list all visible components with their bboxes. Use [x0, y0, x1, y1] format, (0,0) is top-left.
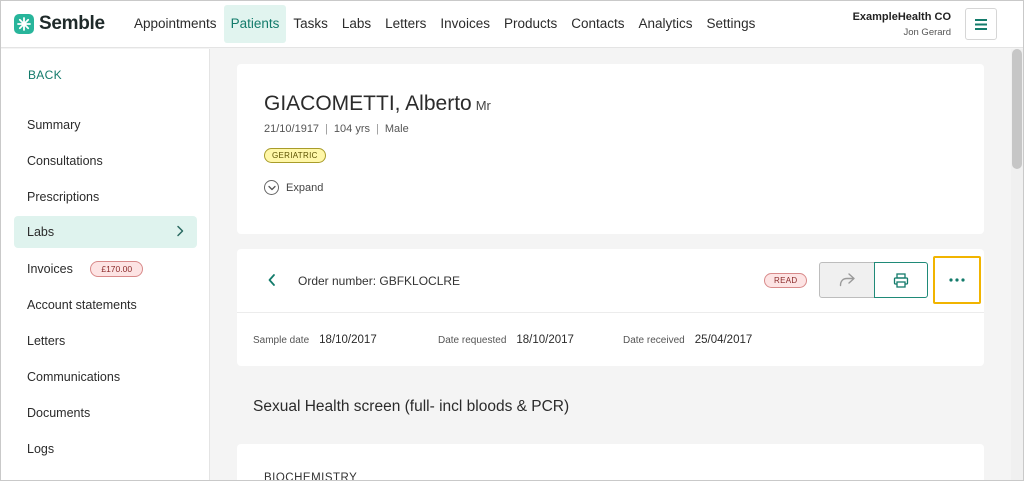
nav-tasks[interactable]: Tasks	[286, 5, 335, 43]
order-number: Order number: GBFKLOCLRE	[298, 274, 461, 288]
sidebar-item-label: Communications	[27, 370, 121, 384]
account-user: Jon Gerard	[903, 27, 951, 38]
patient-sidebar: BACK Summary Consultations Prescriptions…	[1, 49, 210, 480]
date-requested-group: Date requested 18/10/2017	[438, 334, 623, 346]
test-title: Sexual Health screen (full- incl bloods …	[253, 398, 570, 415]
sidebar-item-account-statements[interactable]: Account statements	[14, 289, 197, 321]
patient-name: GIACOMETTI, Alberto Mr	[264, 92, 491, 116]
sidebar-item-label: Letters	[27, 334, 66, 348]
nav-letters[interactable]: Letters	[378, 5, 433, 43]
divider	[237, 312, 984, 313]
semble-logo-icon	[14, 14, 34, 34]
date-requested-label: Date requested	[438, 335, 507, 346]
patient-title: Mr	[475, 98, 491, 113]
patient-meta: 21/10/1917 | 104 yrs | Male	[264, 123, 409, 135]
nav-settings[interactable]: Settings	[700, 5, 763, 43]
chevron-down-icon	[264, 180, 279, 195]
date-received-group: Date received 25/04/2017	[623, 334, 752, 346]
sample-date-value: 18/10/2017	[319, 334, 377, 346]
patient-full-name: GIACOMETTI, Alberto	[264, 92, 472, 115]
more-options-button[interactable]	[933, 256, 981, 304]
results-section-heading: BIOCHEMISTRY	[264, 472, 358, 481]
sample-date-label: Sample date	[253, 335, 310, 346]
account-info[interactable]: ExampleHealth CO Jon Gerard	[853, 11, 951, 38]
hamburger-icon	[975, 18, 987, 30]
app-window: Semble Appointments Patients Tasks Labs …	[0, 0, 1024, 481]
expand-label: Expand	[286, 181, 324, 194]
patient-sex: Male	[384, 123, 409, 135]
chevron-right-icon	[177, 225, 184, 237]
separator: |	[325, 123, 328, 135]
sidebar-item-letters[interactable]: Letters	[14, 325, 197, 357]
order-status-badge: READ	[764, 273, 808, 288]
patient-tag: GERIATRIC	[264, 148, 326, 163]
results-card: BIOCHEMISTRY	[237, 444, 984, 481]
nav-contacts[interactable]: Contacts	[564, 5, 631, 43]
sidebar-item-consultations[interactable]: Consultations	[14, 145, 197, 177]
share-icon	[839, 273, 855, 287]
separator: |	[376, 123, 379, 135]
sidebar-item-label: Prescriptions	[27, 190, 100, 204]
back-link[interactable]: BACK	[28, 68, 62, 82]
top-bar: Semble Appointments Patients Tasks Labs …	[1, 1, 1023, 48]
nav-analytics[interactable]: Analytics	[632, 5, 700, 43]
more-horizontal-icon	[949, 278, 965, 282]
date-received-value: 25/04/2017	[694, 334, 753, 346]
printer-icon	[893, 272, 909, 288]
order-dates: Sample date 18/10/2017 Date requested 18…	[253, 334, 752, 346]
patient-dob: 21/10/1917	[264, 123, 320, 135]
share-button[interactable]	[819, 262, 875, 298]
sidebar-item-prescriptions[interactable]: Prescriptions	[14, 181, 197, 213]
sidebar-item-communications[interactable]: Communications	[14, 361, 197, 393]
nav-invoices[interactable]: Invoices	[433, 5, 497, 43]
brand-name: Semble	[39, 13, 105, 34]
sidebar-item-label: Logs	[27, 442, 55, 456]
account-organisation: ExampleHealth CO	[852, 11, 951, 23]
nav-patients[interactable]: Patients	[223, 5, 287, 43]
nav-labs[interactable]: Labs	[335, 5, 378, 43]
sidebar-item-summary[interactable]: Summary	[14, 109, 197, 141]
sidebar-item-invoices[interactable]: Invoices £170.00	[14, 253, 197, 285]
main-nav: Appointments Patients Tasks Labs Letters…	[127, 5, 762, 43]
sidebar-item-label: Summary	[27, 118, 81, 132]
nav-products[interactable]: Products	[497, 5, 564, 43]
date-requested-value: 18/10/2017	[516, 334, 574, 346]
menu-button[interactable]	[965, 8, 997, 40]
date-received-label: Date received	[623, 335, 685, 346]
sidebar-item-documents[interactable]: Documents	[14, 397, 197, 429]
patient-age: 104 yrs	[333, 123, 370, 135]
scrollbar-thumb[interactable]	[1012, 49, 1022, 169]
patient-card: GIACOMETTI, Alberto Mr 21/10/1917 | 104 yrs…	[237, 64, 984, 234]
invoice-balance-badge: £170.00	[90, 260, 144, 277]
sidebar-item-labs[interactable]: Labs	[14, 216, 197, 248]
sidebar-item-label: Account statements	[27, 298, 137, 312]
sidebar-item-label: Consultations	[27, 154, 103, 168]
nav-appointments[interactable]: Appointments	[127, 5, 224, 43]
print-button[interactable]	[874, 262, 928, 298]
sidebar-item-logs[interactable]: Logs	[14, 433, 197, 465]
sidebar-item-label: Invoices	[27, 262, 73, 276]
lab-order-card: Order number: GBFKLOCLRE READ Sample dat…	[237, 249, 984, 366]
sample-date-group: Sample date 18/10/2017	[253, 334, 438, 346]
brand-logo[interactable]: Semble	[14, 13, 105, 35]
sidebar-item-label: Labs	[27, 225, 55, 239]
chevron-left-icon	[268, 274, 275, 286]
expand-button[interactable]: Expand	[264, 180, 323, 195]
order-back-button[interactable]	[267, 273, 277, 292]
sidebar-item-label: Documents	[27, 406, 91, 420]
